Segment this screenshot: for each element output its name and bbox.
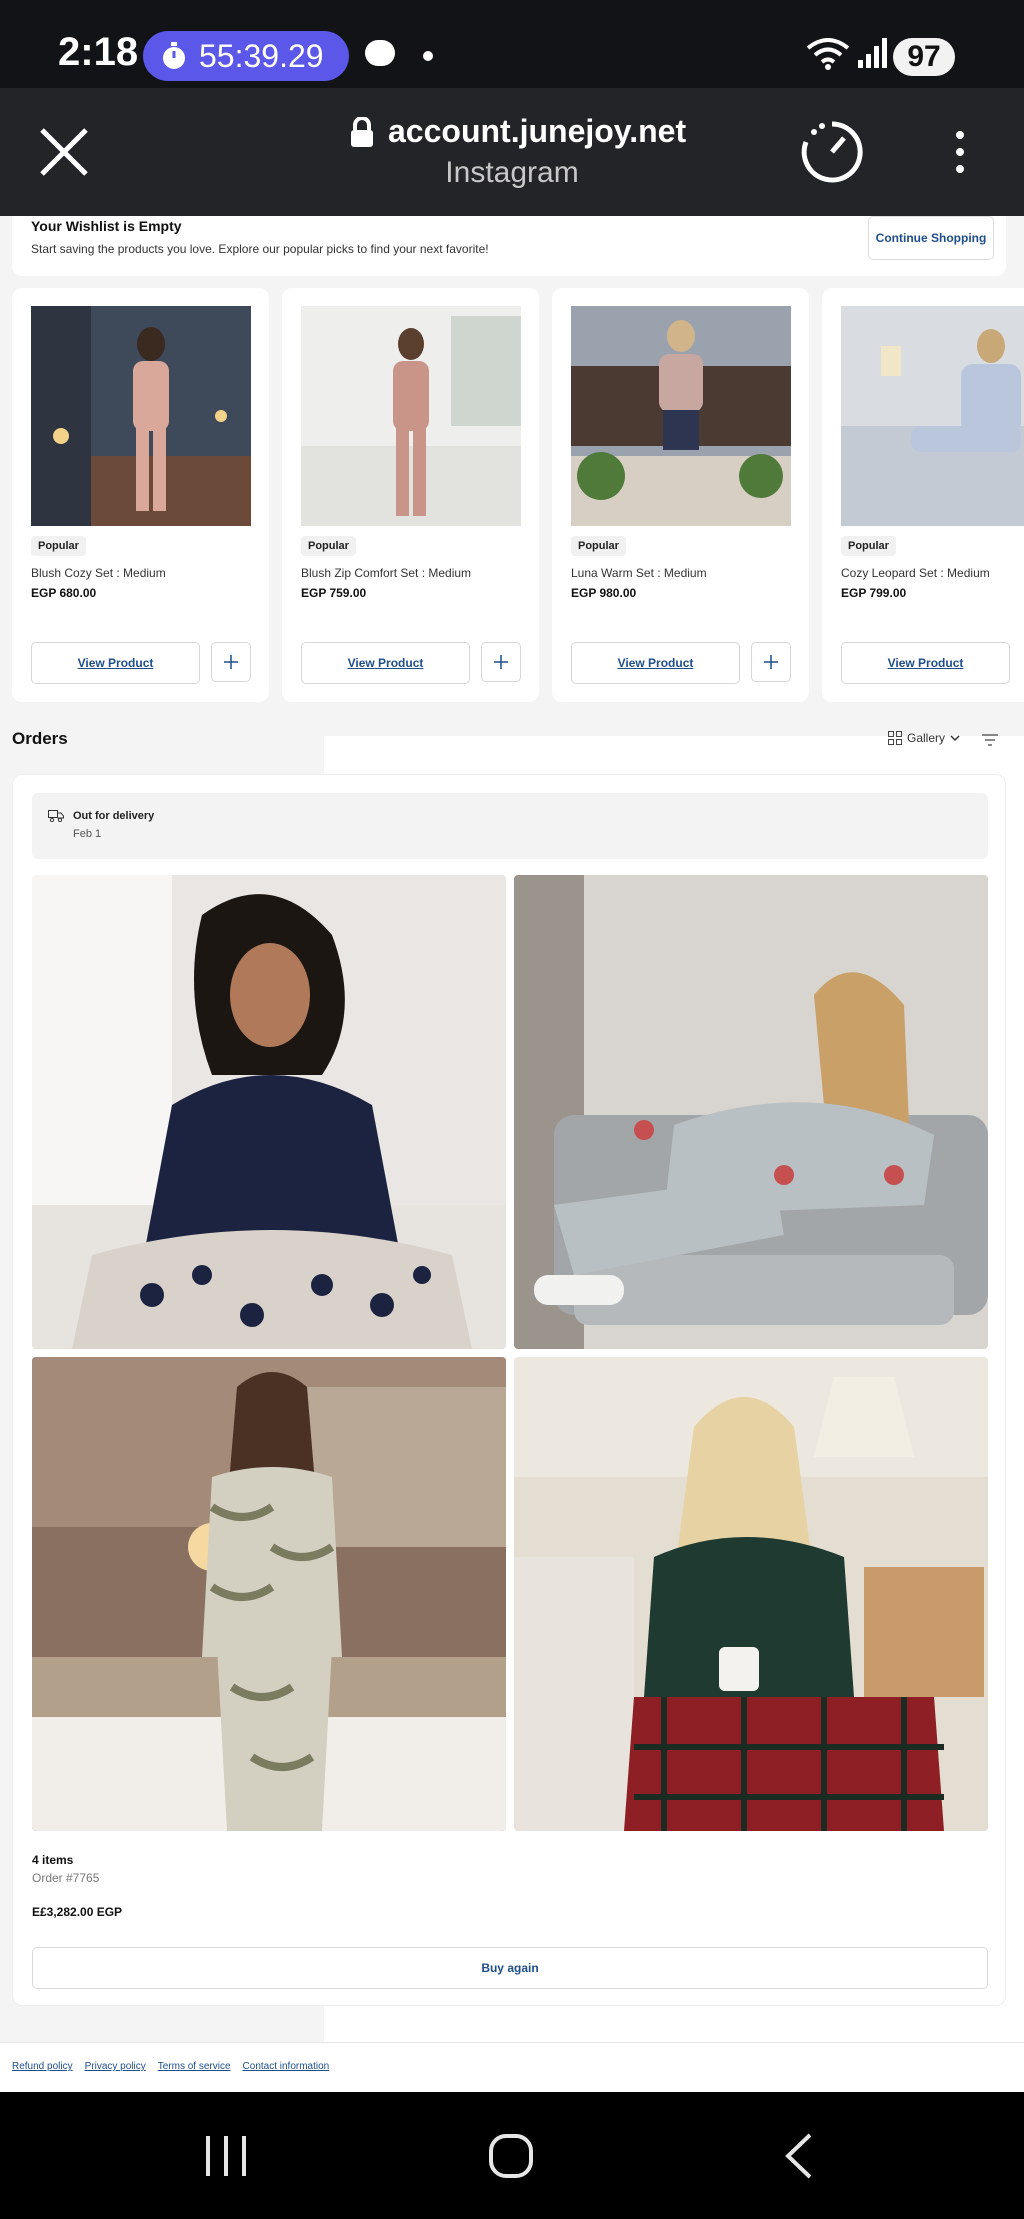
filter-icon[interactable] <box>982 734 998 746</box>
order-item-count: 4 items <box>32 1853 74 1867</box>
stopwatch-pill[interactable]: 55:39.29 <box>143 31 349 81</box>
continue-shopping-button[interactable]: Continue Shopping <box>868 216 994 260</box>
plus-icon <box>764 655 778 669</box>
product-price: EGP 759.00 <box>301 586 367 600</box>
wishlist-empty-banner: Your Wishlist is Empty Start saving the … <box>12 216 1006 276</box>
notification-dot-icon <box>423 51 433 61</box>
system-navigation-bar <box>0 2092 1024 2219</box>
address-bar[interactable]: account.junejoy.net <box>350 113 686 150</box>
order-item-image[interactable] <box>32 875 506 1349</box>
chevron-down-icon <box>950 735 960 742</box>
product-price: EGP 980.00 <box>571 586 637 600</box>
battery-indicator: 97 <box>893 38 955 76</box>
view-product-button[interactable]: View Product <box>841 642 1010 684</box>
product-price: EGP 680.00 <box>31 586 97 600</box>
browser-source-label: Instagram <box>445 156 579 189</box>
stopwatch-icon <box>163 42 185 69</box>
add-to-cart-button[interactable] <box>481 642 521 682</box>
product-image[interactable] <box>31 306 251 526</box>
wishlist-description: Start saving the products you love. Expl… <box>31 242 489 256</box>
grid-icon <box>888 731 902 745</box>
popular-badge: Popular <box>571 536 626 556</box>
status-bar: 2:18 55:39.29 97 <box>0 0 1024 88</box>
view-product-button[interactable]: View Product <box>301 642 470 684</box>
delivery-status: Out for delivery Feb 1 <box>32 793 988 859</box>
product-name[interactable]: Luna Warm Set : Medium <box>571 566 707 580</box>
buy-again-button[interactable]: Buy again <box>32 1947 988 1989</box>
product-card: Popular Luna Warm Set : Medium EGP 980.0… <box>552 288 809 702</box>
view-product-button[interactable]: View Product <box>571 642 740 684</box>
order-card[interactable]: Out for delivery Feb 1 4 items Order #77… <box>12 774 1006 2006</box>
product-image[interactable] <box>301 306 521 526</box>
terms-of-service-link[interactable]: Terms of service <box>158 2061 231 2072</box>
product-name[interactable]: Cozy Leopard Set : Medium <box>841 566 990 580</box>
contact-information-link[interactable]: Contact information <box>243 2061 330 2072</box>
recent-apps-icon[interactable] <box>205 2134 247 2178</box>
plus-icon <box>224 655 238 669</box>
product-name[interactable]: Blush Zip Comfort Set : Medium <box>301 566 471 580</box>
home-icon[interactable] <box>488 2133 534 2179</box>
view-product-button[interactable]: View Product <box>31 642 200 684</box>
order-item-image[interactable] <box>32 1357 506 1831</box>
popular-badge: Popular <box>31 536 86 556</box>
add-to-cart-button[interactable] <box>211 642 251 682</box>
signal-icon <box>858 38 887 68</box>
url-text: account.junejoy.net <box>388 113 687 149</box>
page-content: Your Wishlist is Empty Start saving the … <box>0 216 1024 2092</box>
stopwatch-time: 55:39.29 <box>199 37 324 74</box>
popular-products-carousel[interactable]: Popular Blush Cozy Set : Medium EGP 680.… <box>12 288 1024 702</box>
product-card: Popular Blush Zip Comfort Set : Medium E… <box>282 288 539 702</box>
delivery-date: Feb 1 <box>73 828 102 840</box>
delivery-status-label: Out for delivery <box>73 810 155 822</box>
product-image[interactable] <box>841 306 1024 526</box>
product-card: Popular Cozy Leopard Set : Medium EGP 79… <box>822 288 1024 702</box>
popular-badge: Popular <box>301 536 356 556</box>
product-image[interactable] <box>571 306 791 526</box>
gallery-view-toggle[interactable]: Gallery <box>888 731 960 745</box>
plus-icon <box>494 655 508 669</box>
chat-bubble-icon <box>365 40 395 66</box>
footer: Refund policy Privacy policy Terms of se… <box>0 2042 1024 2092</box>
popular-badge: Popular <box>841 536 896 556</box>
order-item-image[interactable] <box>514 1357 988 1831</box>
truck-icon <box>48 810 64 822</box>
product-name[interactable]: Blush Cozy Set : Medium <box>31 566 166 580</box>
refund-policy-link[interactable]: Refund policy <box>12 2061 73 2072</box>
product-card: Popular Blush Cozy Set : Medium EGP 680.… <box>12 288 269 702</box>
privacy-policy-link[interactable]: Privacy policy <box>85 2061 146 2072</box>
order-total: E£3,282.00 EGP <box>32 1905 123 1919</box>
more-options-icon[interactable] <box>954 130 966 174</box>
status-time: 2:18 <box>58 30 139 74</box>
wishlist-title: Your Wishlist is Empty <box>31 218 182 234</box>
product-price: EGP 799.00 <box>841 586 907 600</box>
wifi-icon <box>806 38 850 70</box>
lock-icon <box>351 116 373 147</box>
browser-toolbar: account.junejoy.net Instagram <box>0 88 1024 216</box>
speed-gauge-icon[interactable] <box>800 120 864 184</box>
back-icon[interactable] <box>782 2132 814 2180</box>
orders-heading: Orders <box>12 729 68 748</box>
footer-links: Refund policy Privacy policy Terms of se… <box>12 2061 329 2072</box>
add-to-cart-button[interactable] <box>751 642 791 682</box>
order-number: Order #7765 <box>32 1871 100 1885</box>
view-mode-label: Gallery <box>907 731 946 745</box>
order-item-image[interactable] <box>514 875 988 1349</box>
